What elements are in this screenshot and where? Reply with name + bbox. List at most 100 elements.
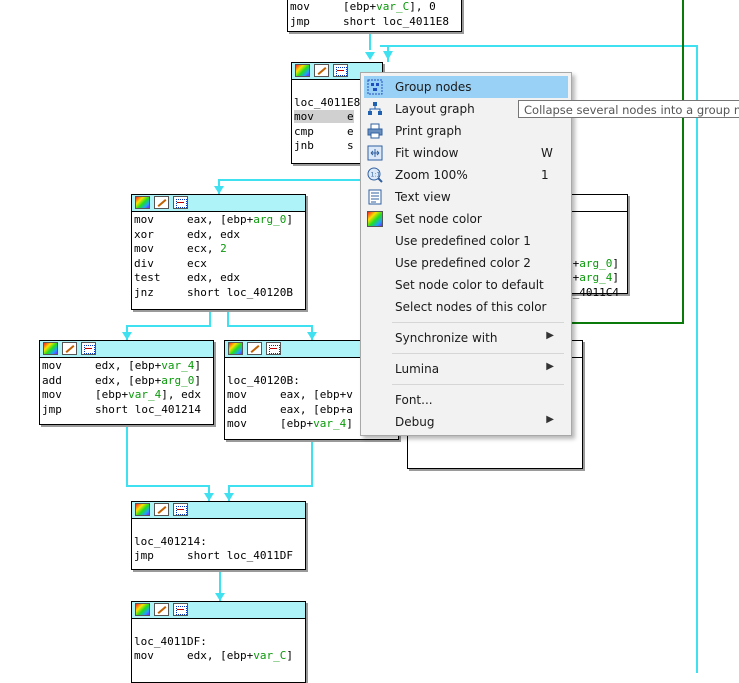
code-token: ]: [286, 213, 293, 226]
menu-item-label: Use predefined color 1: [395, 234, 531, 248]
rename-node-icon[interactable]: [154, 503, 169, 516]
code-line[interactable]: p+arg_0]: [566, 257, 627, 272]
menu-item-label: Text view: [395, 190, 451, 204]
code-line[interactable]: div ecx: [134, 257, 305, 272]
node-color-icon[interactable]: [135, 603, 150, 616]
node-code: mov [ebp+var_C], 0 jmp short loc_4011E8: [288, 0, 461, 29]
code-token: jnb s: [294, 139, 354, 152]
menu-item-lumina[interactable]: Lumina ▶: [364, 358, 568, 380]
group-node-icon[interactable]: [81, 342, 96, 355]
code-line[interactable]: c_4011C4: [566, 286, 627, 301]
menu-item-synchronize-with[interactable]: Synchronize with ▶: [364, 327, 568, 349]
color-palette-icon: [367, 211, 383, 227]
graph-node-top[interactable]: mov [ebp+var_C], 0 jmp short loc_4011E8: [287, 0, 462, 32]
menu-item-fit-window[interactable]: Fit window W: [364, 142, 568, 164]
menu-shortcut: W: [541, 146, 553, 160]
code-token: jmp short loc_401214: [42, 402, 201, 416]
code-token: loc_401214:: [134, 534, 207, 548]
code-line[interactable]: [566, 228, 627, 243]
node-color-icon[interactable]: [135, 503, 150, 516]
rename-node-icon[interactable]: [154, 196, 169, 209]
code-line[interactable]: p+arg_4]: [566, 271, 627, 286]
group-node-icon[interactable]: [266, 342, 281, 355]
code-token: var_C: [376, 0, 410, 13]
rename-node-icon[interactable]: [62, 342, 77, 355]
code-token: mov eax, [ebp+v: [227, 388, 353, 401]
code-token: mov ecx,: [134, 242, 221, 255]
menu-item-debug[interactable]: Debug ▶: [364, 411, 568, 433]
code-line[interactable]: [566, 213, 627, 228]
menu-item-set-node-color[interactable]: Set node color: [364, 208, 568, 230]
code-token: mov eax, [ebp+: [134, 213, 254, 226]
menu-item-label: Layout graph: [395, 102, 475, 116]
node-color-icon[interactable]: [228, 342, 243, 355]
code-token: ]: [612, 271, 619, 284]
group-node-icon[interactable]: [173, 603, 188, 616]
code-line[interactable]: loc_4011DF:: [134, 635, 305, 650]
code-line[interactable]: mov edx, [ebp+var_4]: [42, 359, 213, 374]
code-token: var_4: [313, 417, 347, 430]
code-line[interactable]: jmp short loc_4011E8: [290, 15, 461, 30]
code-token: ], edx: [161, 388, 201, 401]
node-color-icon[interactable]: [135, 196, 150, 209]
code-token: mov e: [294, 110, 354, 123]
node-code: loc_4011DF: mov edx, [ebp+var_C]: [132, 619, 305, 664]
code-line[interactable]: loc_401214:: [134, 535, 305, 550]
code-line[interactable]: jnz short loc_40120B: [134, 286, 305, 301]
code-token: mov edx, [ebp+: [42, 359, 162, 372]
code-line[interactable]: mov ecx, 2: [134, 242, 305, 257]
code-line[interactable]: mov eax, [ebp+arg_0]: [134, 213, 305, 228]
code-line[interactable]: [134, 620, 305, 635]
graph-node-loc-4011DF[interactable]: loc_4011DF: mov edx, [ebp+var_C]: [131, 601, 306, 683]
group-node-icon[interactable]: [333, 64, 348, 77]
graph-node-div[interactable]: mov eax, [ebp+arg_0] xor edx, edx mov ecx,…: [131, 194, 306, 310]
code-line[interactable]: jmp short loc_401214: [42, 403, 213, 418]
node-color-icon[interactable]: [295, 64, 310, 77]
menu-item-group-nodes[interactable]: Group nodes: [364, 76, 568, 98]
code-token: ], 0: [409, 0, 436, 13]
code-line[interactable]: mov [ebp+var_4], edx: [42, 388, 213, 403]
group-node-icon[interactable]: [173, 196, 188, 209]
menu-item-label: Use predefined color 2: [395, 256, 531, 270]
code-token: jmp short loc_4011DF: [134, 549, 293, 562]
rename-node-icon[interactable]: [314, 64, 329, 77]
code-token: jnz short loc_40120B: [134, 285, 293, 299]
menu-item-select-by-color[interactable]: Select nodes of this color: [364, 296, 568, 318]
menu-item-predefined-color-1[interactable]: Use predefined color 1: [364, 230, 568, 252]
code-line[interactable]: add edx, [ebp+arg_0]: [42, 374, 213, 389]
menu-item-label: Print graph: [395, 124, 462, 138]
group-node-icon[interactable]: [173, 503, 188, 516]
menu-item-zoom-100[interactable]: 1:1 Zoom 100% 1: [364, 164, 568, 186]
rename-node-icon[interactable]: [154, 603, 169, 616]
code-token: ]: [612, 256, 619, 270]
code-line[interactable]: jmp short loc_4011DF: [134, 549, 305, 564]
layout-graph-icon: [367, 101, 383, 117]
code-token: loc_4011E8:: [294, 95, 367, 109]
code-token: add eax, [ebp+a: [227, 402, 353, 416]
menu-item-text-view[interactable]: Text view: [364, 186, 568, 208]
code-line[interactable]: test edx, edx: [134, 271, 305, 286]
menu-item-node-color-default[interactable]: Set node color to default: [364, 274, 568, 296]
menu-item-predefined-color-2[interactable]: Use predefined color 2: [364, 252, 568, 274]
code-line[interactable]: [566, 242, 627, 257]
code-line[interactable]: [134, 520, 305, 535]
code-line[interactable]: mov [ebp+var_C], 0: [290, 0, 461, 15]
menu-item-font[interactable]: Font...: [364, 389, 568, 411]
code-token: ]: [194, 359, 201, 372]
code-line[interactable]: xor edx, edx: [134, 228, 305, 243]
graph-node-left-branch[interactable]: mov edx, [ebp+var_4] add edx, [ebp+arg_0]…: [39, 340, 214, 425]
code-token: var_4: [128, 388, 162, 401]
rename-node-icon[interactable]: [247, 342, 262, 355]
code-line[interactable]: mov edx, [ebp+var_C]: [134, 649, 305, 664]
code-token: arg_0: [579, 256, 613, 270]
menu-item-label: Font...: [395, 393, 433, 407]
node-code: mov edx, [ebp+var_4] add edx, [ebp+arg_0]…: [40, 358, 213, 417]
fit-window-icon: [367, 145, 383, 161]
node-color-icon[interactable]: [43, 342, 58, 355]
code-token: div ecx: [134, 256, 207, 270]
graph-node-loc-401214[interactable]: loc_401214: jmp short loc_4011DF: [131, 501, 306, 570]
code-token: mov edx, [ebp+: [134, 649, 254, 662]
code-token: loc_4011DF:: [134, 634, 207, 648]
code-token: mov [ebp+: [290, 0, 377, 13]
menu-item-print-graph[interactable]: Print graph: [364, 120, 568, 142]
